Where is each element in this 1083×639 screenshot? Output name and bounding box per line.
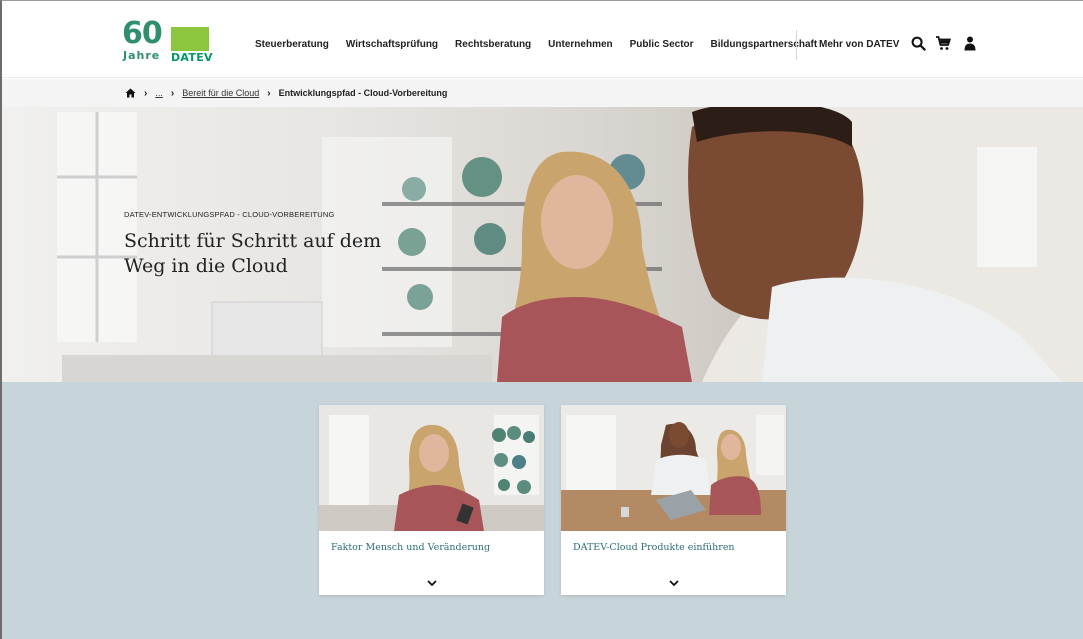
home-icon[interactable] (125, 88, 136, 98)
hero-title: Schritt für Schritt auf dem Weg in die C… (124, 230, 382, 277)
chevron-right-icon: › (144, 87, 148, 99)
hero-banner: DATEV-ENTWICKLUNGSPFAD - CLOUD-VORBEREIT… (2, 107, 1083, 382)
card-cloud-produkte[interactable]: DATEV-Cloud Produkte einführen (561, 405, 786, 595)
breadcrumb-current: Entwicklungspfad - Cloud-Vorbereitung (278, 88, 448, 98)
main-nav: Steuerberatung Wirtschaftsprüfung Rechts… (255, 39, 834, 50)
breadcrumb-parent[interactable]: Bereit für die Cloud (182, 88, 259, 98)
chevron-down-icon[interactable] (426, 575, 438, 587)
datev-60-logo[interactable]: 60 Jahre DATEV (122, 16, 213, 65)
search-icon[interactable] (910, 35, 926, 51)
card-image (561, 405, 786, 531)
nav-divider (796, 30, 797, 60)
site-header: 60 Jahre DATEV Steuerberatung Wirtschaft… (2, 1, 1083, 78)
user-icon[interactable] (962, 35, 978, 51)
nav-item-bildungspartnerschaft[interactable]: Bildungspartnerschaft (711, 39, 818, 50)
chevron-right-icon: › (267, 87, 271, 99)
nav-item-public-sector[interactable]: Public Sector (630, 39, 694, 50)
hero-text: DATEV-ENTWICKLUNGSPFAD - CLOUD-VORBEREIT… (124, 210, 414, 279)
logo-brand: DATEV (171, 51, 213, 64)
breadcrumb-ellipsis[interactable]: ... (155, 88, 163, 98)
breadcrumb: › ... › Bereit für die Cloud › Entwicklu… (2, 79, 1083, 107)
card-faktor-mensch[interactable]: Faktor Mensch und Veränderung (319, 405, 544, 595)
nav-item-wirtschaftspruefung[interactable]: Wirtschaftsprüfung (346, 39, 438, 50)
logo-years: 60 (122, 16, 163, 51)
hero-kicker: DATEV-ENTWICKLUNGSPFAD - CLOUD-VORBEREIT… (124, 210, 335, 219)
card-image (319, 405, 544, 531)
chevron-down-icon[interactable] (668, 575, 680, 587)
nav-item-steuerberatung[interactable]: Steuerberatung (255, 39, 329, 50)
logo-square (171, 27, 209, 51)
more-from-datev-link[interactable]: Mehr von DATEV (819, 39, 899, 50)
logo-jahre: Jahre (123, 49, 161, 62)
nav-item-unternehmen[interactable]: Unternehmen (548, 39, 612, 50)
cart-icon[interactable] (935, 35, 951, 51)
card-title[interactable]: DATEV-Cloud Produkte einführen (573, 542, 735, 553)
card-title[interactable]: Faktor Mensch und Veränderung (331, 542, 490, 553)
chevron-right-icon: › (170, 87, 175, 99)
nav-item-rechtsberatung[interactable]: Rechtsberatung (455, 39, 531, 50)
